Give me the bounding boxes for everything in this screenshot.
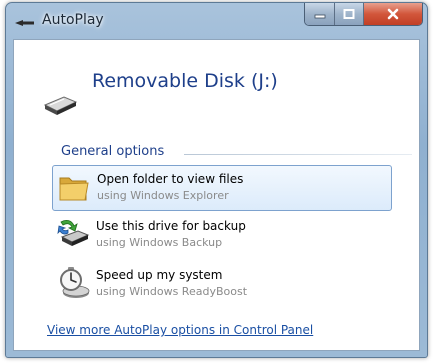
- folder-icon: [59, 177, 89, 201]
- minimize-icon: [314, 14, 326, 19]
- option-subtitle: using Windows Backup: [96, 236, 223, 249]
- drive-title: Removable Disk (J:): [92, 70, 278, 92]
- maximize-icon: [343, 9, 355, 19]
- option-backup[interactable]: Use this drive for backup using Windows …: [52, 213, 390, 257]
- close-icon: [387, 8, 399, 20]
- section-label: General options: [61, 144, 165, 159]
- minimize-button[interactable]: [305, 3, 336, 25]
- autoplay-window: AutoPlay Removable Disk (J:) General opt…: [5, 2, 428, 358]
- option-title: Use this drive for backup: [96, 219, 246, 233]
- caption-buttons: [304, 3, 423, 26]
- option-subtitle: using Windows ReadyBoost: [96, 285, 248, 298]
- maximize-button[interactable]: [335, 3, 364, 25]
- stopwatch-icon: [60, 267, 90, 298]
- removable-drive-icon: [43, 96, 78, 115]
- close-button[interactable]: [364, 3, 422, 25]
- backup-icon: [57, 219, 90, 246]
- option-subtitle: using Windows Explorer: [97, 189, 229, 202]
- content-panel: Removable Disk (J:) General options Open…: [13, 39, 420, 351]
- option-title: Open folder to view files: [97, 172, 244, 186]
- option-readyboost[interactable]: Speed up my system using Windows ReadyBo…: [52, 262, 390, 306]
- option-title: Speed up my system: [96, 268, 223, 282]
- title-bar[interactable]: AutoPlay: [6, 3, 427, 39]
- option-open-folder[interactable]: Open folder to view files using Windows …: [52, 165, 392, 211]
- more-autoplay-options-link[interactable]: View more AutoPlay options in Control Pa…: [47, 323, 313, 337]
- drive-arrow-icon: [15, 20, 34, 26]
- section-divider: [184, 154, 412, 155]
- window-title: AutoPlay: [42, 12, 104, 28]
